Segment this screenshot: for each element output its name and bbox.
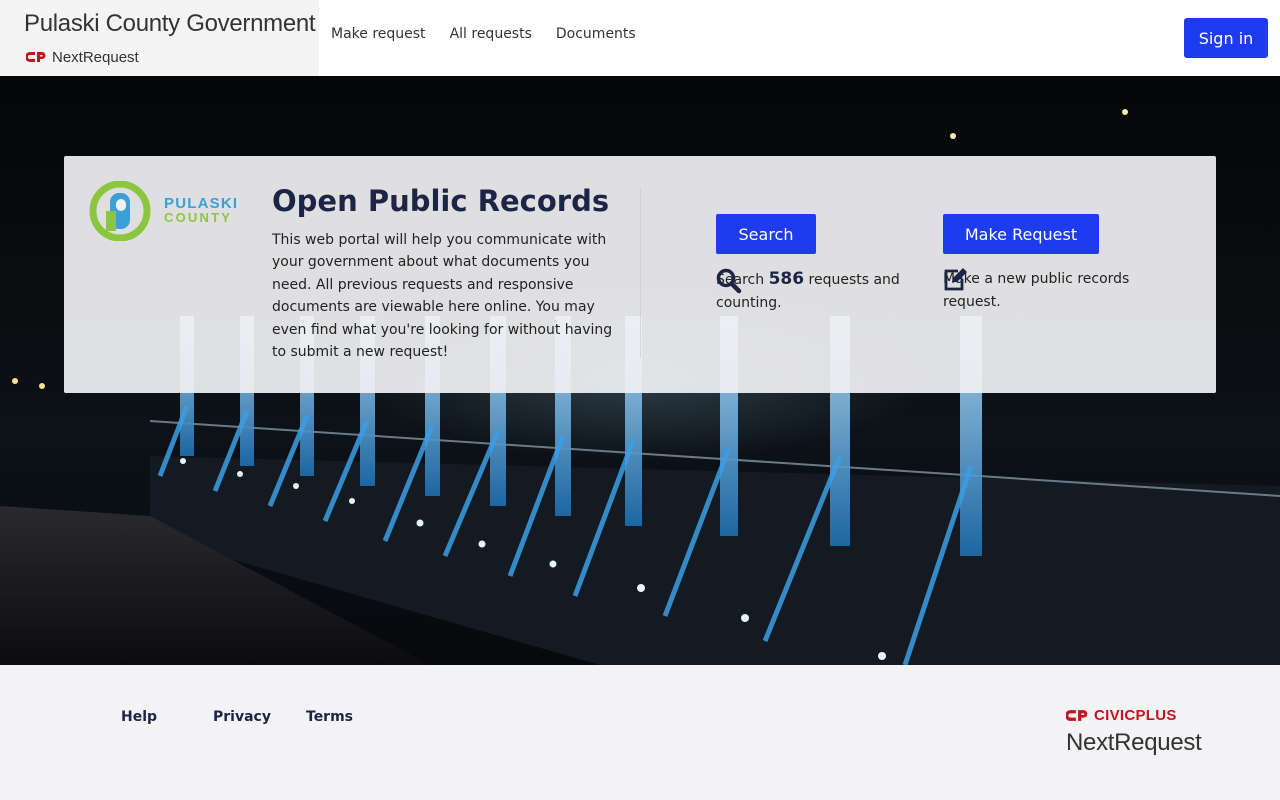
portal-description: This web portal will help you communicat… [272, 232, 613, 361]
hero-banner: PULASKI COUNTY Open Public Records This … [0, 76, 1280, 665]
product-brand: NextRequest [26, 48, 139, 66]
footer-link-help[interactable]: Help [121, 709, 157, 725]
product-name: NextRequest [52, 48, 139, 66]
nav-documents[interactable]: Documents [556, 26, 636, 42]
sign-in-button[interactable]: Sign in [1184, 18, 1268, 58]
nav-make-request[interactable]: Make request [331, 26, 426, 42]
logo-text-county: COUNTY [164, 210, 232, 225]
request-summary: Make a new public records request. [943, 268, 1173, 314]
page-title: Open Public Records [272, 184, 610, 218]
footer-brand[interactable]: CIVICPLUS NextRequest [1066, 705, 1206, 761]
nav-all-requests[interactable]: All requests [450, 26, 532, 42]
site-header: Pulaski County Government NextRequest Ma… [0, 0, 1280, 76]
site-footer: Help Privacy Terms CIVICPLUS NextRequest [0, 665, 1280, 800]
request-text: Make a new public records request. [943, 271, 1130, 310]
footer-link-terms[interactable]: Terms [306, 709, 353, 725]
civicplus-logo-icon [1066, 709, 1088, 721]
pulaski-county-logo: PULASKI COUNTY [88, 181, 252, 241]
edit-icon [944, 268, 967, 291]
nextrequest-text: NextRequest [1066, 729, 1202, 756]
civicplus-text: CIVICPLUS [1094, 706, 1177, 724]
magnifier-icon [716, 268, 742, 294]
open-records-card: PULASKI COUNTY Open Public Records This … [64, 156, 1216, 393]
make-request-button[interactable]: Make Request [943, 214, 1099, 254]
search-summary: Search 586 requests and counting. [716, 268, 906, 315]
card-divider [640, 188, 641, 358]
search-button[interactable]: Search [716, 214, 816, 254]
footer-link-privacy[interactable]: Privacy [213, 709, 271, 725]
brand-block[interactable]: Pulaski County Government NextRequest [0, 0, 319, 76]
org-title[interactable]: Pulaski County Government [24, 10, 316, 38]
civicplus-logo-icon [26, 52, 46, 62]
main-nav: Make request All requests Documents [331, 26, 636, 42]
civicplus-brand: CIVICPLUS [1066, 705, 1206, 725]
request-count: 586 [768, 269, 805, 289]
